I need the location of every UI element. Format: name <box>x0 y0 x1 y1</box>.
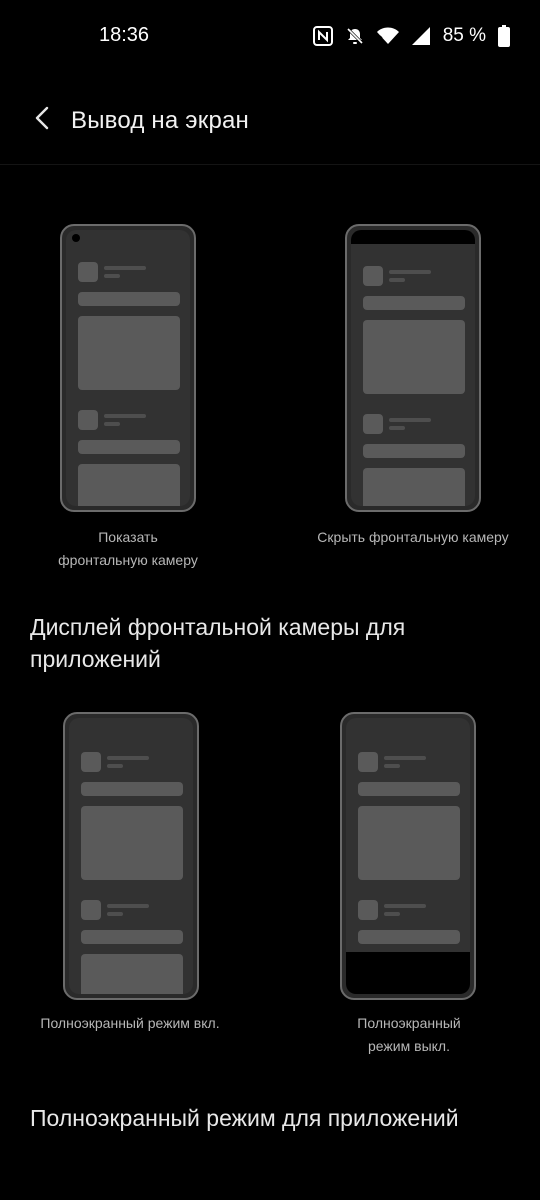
nfc-icon <box>312 26 333 46</box>
page-title: Вывод на экран <box>71 107 249 134</box>
battery-icon <box>498 25 510 47</box>
option-label: Показать фронтальную камеру <box>58 529 198 568</box>
front-camera-dot <box>357 234 365 242</box>
section-title-fullscreen-apps[interactable]: Полноэкранный режим для приложений <box>30 1102 520 1134</box>
option-hide-front-camera[interactable]: Скрыть фронтальную камеру <box>300 222 526 582</box>
phone-preview <box>340 712 476 1000</box>
section-title-app-camera-display: Дисплей фронтальной камеры для приложени… <box>30 614 406 672</box>
wifi-icon <box>376 27 399 45</box>
battery-percent: 85 % <box>442 25 486 46</box>
option-show-front-camera[interactable]: Показать фронтальную камеру <box>40 222 216 582</box>
letterbox-bar <box>346 952 470 994</box>
back-button[interactable] <box>28 104 56 136</box>
option-label: Скрыть фронтальную камеру <box>317 529 509 545</box>
status-bar: 18:36 85 % <box>0 0 540 72</box>
signal-icon <box>411 26 431 46</box>
front-camera-dot <box>72 234 80 242</box>
status-icons: 85 % <box>312 23 510 49</box>
option-fullscreen-off[interactable]: Полноэкранный режим выкл. <box>320 710 498 1060</box>
notifications-off-icon <box>345 26 365 46</box>
phone-preview <box>345 224 481 512</box>
app-header: Вывод на экран <box>0 78 540 165</box>
chevron-left-icon <box>34 106 50 135</box>
option-label: Полноэкранный режим вкл. <box>40 1015 220 1031</box>
phone-preview <box>63 712 199 1000</box>
phone-preview <box>60 224 196 512</box>
status-time: 18:36 <box>99 24 150 46</box>
camera-hidden-bar <box>351 230 475 244</box>
option-fullscreen-on[interactable]: Полноэкранный режим вкл. <box>22 710 238 1050</box>
option-label: Полноэкранный режим выкл. <box>357 1015 461 1054</box>
